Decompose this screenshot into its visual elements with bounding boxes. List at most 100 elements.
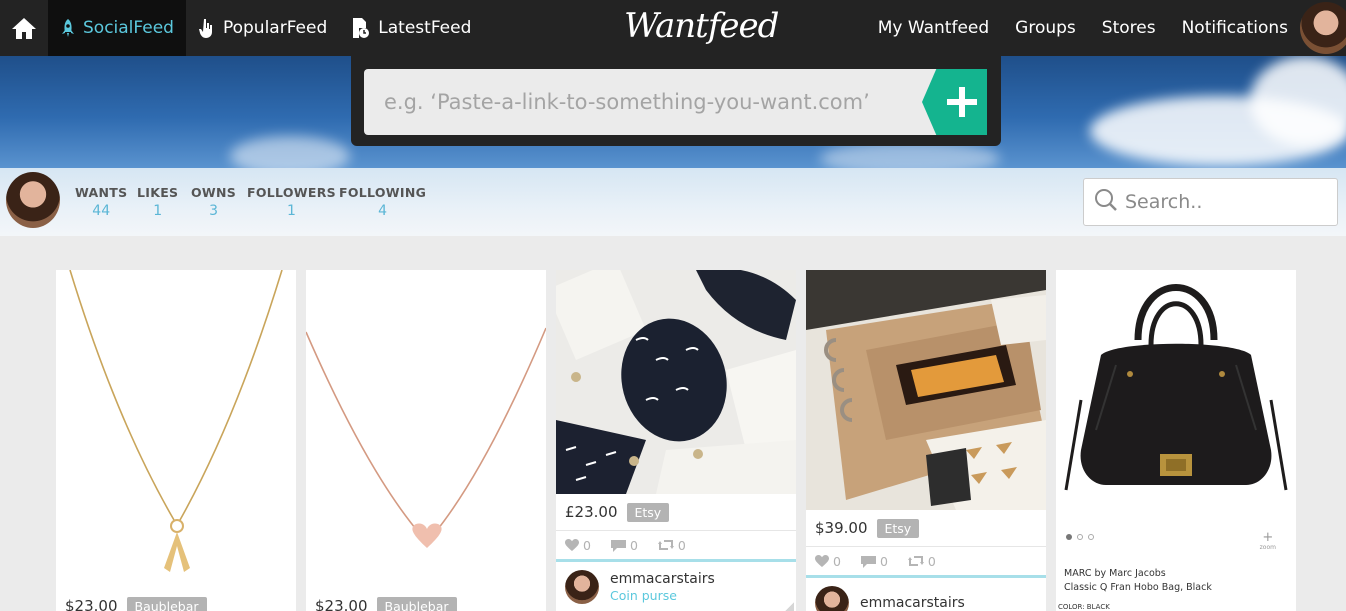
product-image[interactable]: + zoom MARC by Marc Jacobs Classic Q Fra… [1056,270,1296,611]
product-card[interactable]: £23.00 Etsy 0 0 0 emmacarstairs Coin pur… [556,270,796,611]
action-bar: 0 0 0 [806,546,1046,578]
zoom-plus-icon: + [1262,530,1274,545]
product-color: COLOR: BLACK [1058,603,1110,611]
fold-corner-icon [768,602,794,611]
nav-groups[interactable]: Groups [1015,18,1076,38]
stat-likes[interactable]: LIKES 1 [137,185,178,219]
action-bar: 0 0 0 [556,530,796,562]
dot[interactable] [1077,534,1083,540]
price-row: $23.00 Baublebar [306,588,546,611]
comment-icon [610,539,626,552]
link-input[interactable]: e.g. ‘Paste-a-link-to-something-you-want… [364,69,954,135]
repost-button[interactable]: 0 [907,553,946,569]
store-badge[interactable]: Baublebar [126,596,207,611]
like-button[interactable]: 0 [815,554,851,569]
price-row: $39.00 Etsy [806,510,1046,546]
repost-icon [657,540,674,550]
search-icon [1094,188,1118,217]
dot-active[interactable] [1066,534,1072,540]
product-brand: MARC by Marc Jacobs [1064,568,1166,579]
hand-icon [198,17,216,39]
stat-value: 44 [92,203,111,219]
like-count: 0 [833,553,841,569]
doc-clock-icon [351,17,371,39]
link-input-placeholder: e.g. ‘Paste-a-link-to-something-you-want… [384,90,870,114]
heart-icon [815,555,829,567]
price: $23.00 [315,597,368,611]
price: $39.00 [815,519,868,537]
dot[interactable] [1088,534,1094,540]
right-navigation: My Wantfeed Groups Stores Notifications [878,0,1346,56]
price-row: $23.00 Baublebar [56,588,296,611]
user-avatar[interactable] [1300,2,1346,54]
repost-count: 0 [927,553,936,569]
tab-socialfeed[interactable]: SocialFeed [48,0,186,59]
comment-count: 0 [879,553,888,569]
search-placeholder: Search.. [1125,191,1203,213]
username[interactable]: emmacarstairs [610,571,715,587]
tab-socialfeed-label: SocialFeed [83,18,174,38]
stat-following[interactable]: FOLLOWING 4 [339,185,426,219]
stat-label: WANTS [75,185,128,200]
repost-button[interactable]: 0 [657,537,696,553]
comment-icon [860,555,876,568]
zoom-button[interactable]: + zoom [1259,530,1276,551]
top-navigation: SocialFeed PopularFeed LatestFeed Wantfe… [0,0,1346,59]
home-button[interactable] [0,0,48,56]
username[interactable]: emmacarstairs [860,595,965,611]
product-card[interactable]: + zoom MARC by Marc Jacobs Classic Q Fra… [1056,270,1296,611]
product-image[interactable] [806,270,1046,510]
product-title: Classic Q Fran Hobo Bag, Black [1064,582,1212,593]
like-count: 0 [583,537,591,553]
home-icon [12,18,36,39]
heart-icon [565,539,579,551]
price: £23.00 [565,503,618,521]
user-avatar[interactable] [565,570,599,604]
stat-value: 3 [209,203,218,219]
tab-popularfeed-label: PopularFeed [222,18,328,38]
product-card[interactable]: $23.00 Baublebar [56,270,296,611]
like-button[interactable]: 0 [565,538,601,553]
price: $23.00 [65,597,118,611]
nav-my-wantfeed[interactable]: My Wantfeed [878,18,989,38]
product-card[interactable]: $39.00 Etsy 0 0 0 emmacarstairs [806,270,1046,611]
nav-notifications[interactable]: Notifications [1182,18,1288,38]
tab-latestfeed-label: LatestFeed [378,18,472,38]
user-avatar[interactable] [815,586,849,611]
stat-label: OWNS [191,185,237,200]
card-user[interactable]: emmacarstairs Coin purse [556,562,796,611]
stat-label: FOLLOWING [339,185,427,200]
nav-stores[interactable]: Stores [1102,18,1156,38]
stat-owns[interactable]: OWNS 3 [191,185,236,219]
carousel-dots[interactable] [1066,534,1094,540]
product-image[interactable] [56,270,296,588]
stat-followers[interactable]: FOLLOWERS 1 [247,185,336,219]
comment-count: 0 [629,537,638,553]
product-card[interactable]: $23.00 Baublebar [306,270,546,611]
tab-popularfeed[interactable]: PopularFeed [186,0,339,56]
item-name[interactable]: Coin purse [610,588,715,603]
plus-icon [946,87,977,117]
store-badge[interactable]: Etsy [876,518,920,538]
comment-button[interactable]: 0 [860,553,898,569]
wantfeed-logo[interactable]: Wantfeed [624,6,779,46]
stat-wants[interactable]: WANTS 44 [75,185,127,219]
store-badge[interactable]: Baublebar [376,596,457,611]
stat-value: 1 [153,203,163,219]
stat-value: 4 [378,203,388,219]
stat-label: LIKES [137,185,179,200]
zoom-label: zoom [1259,544,1276,551]
stat-value: 1 [287,203,296,219]
search-input[interactable]: Search.. [1083,178,1338,226]
rocket-icon [60,18,76,38]
profile-avatar[interactable] [6,172,60,228]
repost-icon [907,556,924,566]
product-image[interactable] [306,270,546,588]
product-image[interactable] [556,270,796,494]
price-row: £23.00 Etsy [556,494,796,530]
card-user[interactable]: emmacarstairs [806,578,1046,611]
tab-latestfeed[interactable]: LatestFeed [339,0,483,56]
repost-count: 0 [677,537,686,553]
store-badge[interactable]: Etsy [626,502,670,522]
comment-button[interactable]: 0 [610,537,648,553]
